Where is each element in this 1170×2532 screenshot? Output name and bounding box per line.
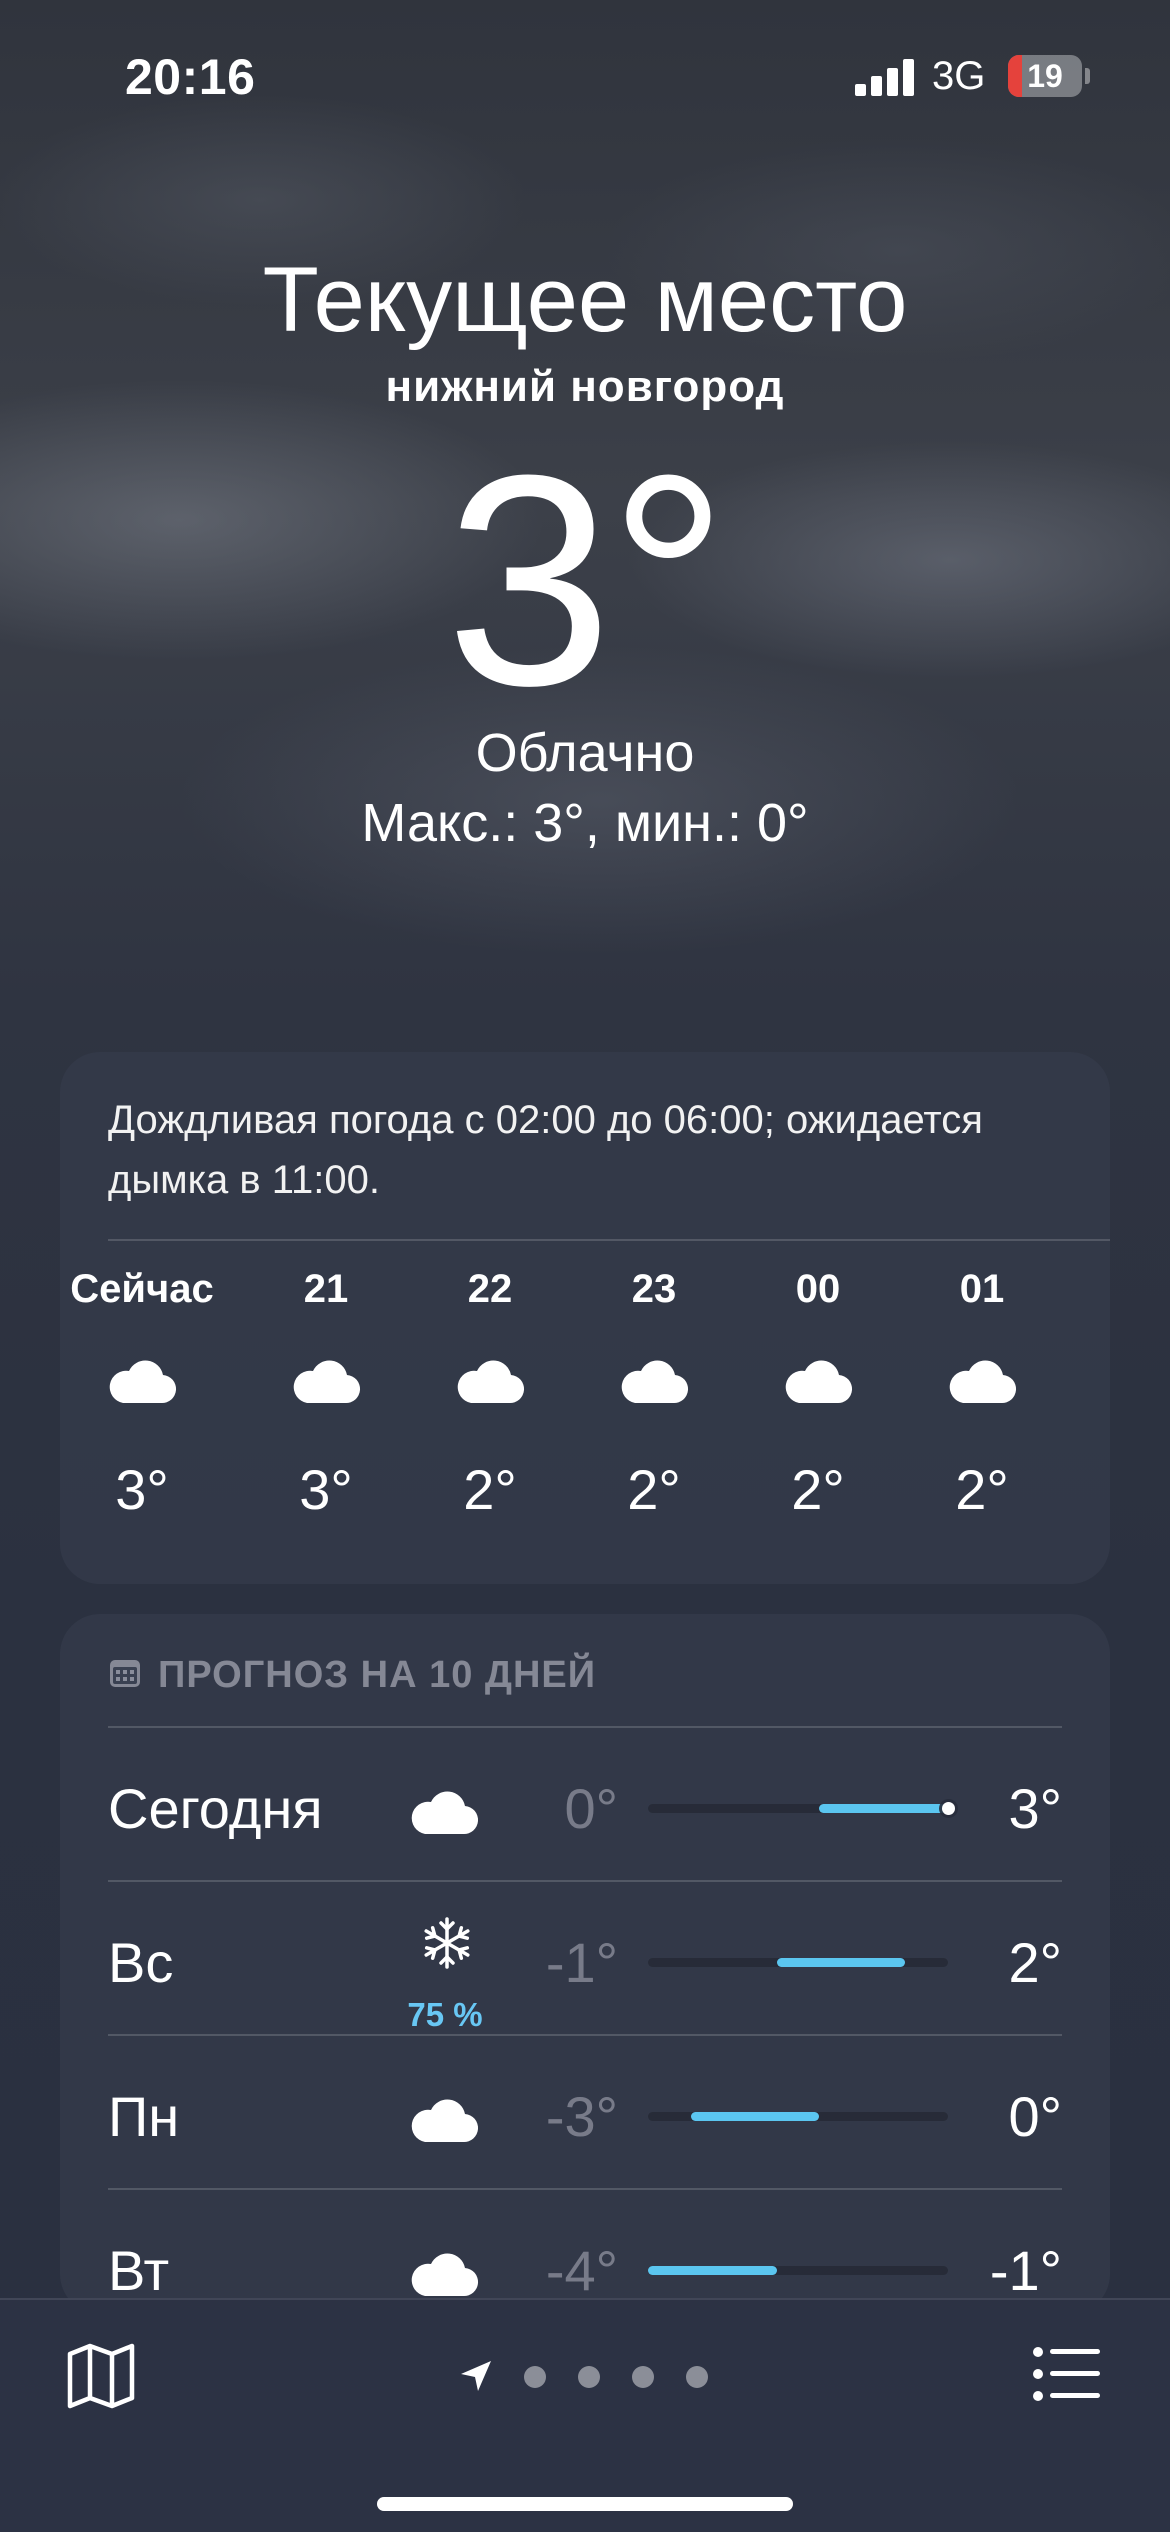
current-temp-marker [942,1802,955,1815]
forecast-low: 0° [564,1777,618,1840]
cloud-icon [109,1360,177,1404]
hourly-list[interactable]: Сейчас 3° 21 3° 22 2° 23 2° 00 2° 01 2° [60,1267,1110,1567]
current-temperature: 3° [445,412,729,748]
forecast-low: -3° [545,2085,618,2148]
cloud-icon [785,1360,853,1404]
hour-label: 21 [303,1267,349,1311]
forecast-header-label: ПРОГНОЗ НА 10 ДНЕЙ [158,1654,597,1696]
forecast-high: 0° [1008,2085,1062,2148]
high-low-temperature: Макс.: 3°, мин.: 0° [361,793,809,853]
weather-summary: Дождливая погода с 02:00 до 06:00; ожида… [108,1098,983,1202]
hour-label: Сейчас [70,1267,214,1311]
temp-range-segment [819,1804,948,1813]
map-icon[interactable] [66,2340,136,2410]
page-dot [578,2366,600,2388]
battery-level: 19 [1027,58,1063,94]
forecast-row-today[interactable]: Сегодня 0° 3° [108,1728,1062,1880]
temp-range-segment [648,2266,777,2275]
network-type: 3G [932,54,986,98]
hour-label: 23 [631,1267,677,1311]
forecast-high: 2° [1008,1931,1062,1994]
cloud-icon [411,1791,479,1835]
cloud-icon [411,2099,479,2143]
cloud-icon [411,2253,479,2297]
page-indicator[interactable] [458,2354,718,2398]
snowflake-icon [421,1917,473,1969]
hourly-forecast-card[interactable]: Дождливая погода с 02:00 до 06:00; ожида… [60,1052,1110,1584]
temp-range-bar [648,2112,948,2121]
forecast-high: 3° [1008,1777,1062,1840]
calendar-icon [110,1660,140,1687]
cloud-icon [949,1360,1017,1404]
forecast-day: Вт [108,2239,170,2302]
hour-label: 22 [467,1267,513,1311]
forecast-row-sun[interactable]: Вс 75 % -1° 2° [108,1882,1062,2034]
hour-temp: 2° [463,1458,517,1521]
cloud-icon [293,1360,361,1404]
hour-temp: 3° [299,1458,353,1521]
forecast-day: Сегодня [108,1777,323,1840]
hour-label: 00 [795,1267,841,1311]
hour-label: 01 [959,1267,1005,1311]
location-arrow-icon [461,2361,491,2391]
home-indicator[interactable] [377,2497,793,2511]
forecast-row-mon[interactable]: Пн -3° 0° [108,2036,1062,2188]
page-dot [686,2366,708,2388]
forecast-day: Вс [108,1931,174,1994]
temp-range-segment [776,1958,906,1967]
forecast-row-tue[interactable]: Вт -4° -1° [108,2190,1062,2314]
hour-temp: 2° [955,1458,1009,1521]
page-dot [524,2366,546,2388]
status-time: 20:16 [125,49,256,105]
page-dot [632,2366,654,2388]
location-city: нижний новгород [385,362,785,411]
temp-range-bar [648,1958,948,1967]
divider [108,1239,1110,1241]
cellular-signal-icon [855,58,915,96]
precipitation-chance: 75 % [407,1996,483,2033]
current-condition: Облачно [475,723,695,783]
hour-temp: 3° [115,1458,169,1521]
temp-range-bar [648,1802,955,1815]
cloud-icon [621,1360,689,1404]
forecast-low: -4° [545,2239,618,2302]
hour-temp: 2° [791,1458,845,1521]
bottom-toolbar [0,2298,1170,2532]
ten-day-forecast-card[interactable]: ПРОГНОЗ НА 10 ДНЕЙ Сегодня 0° 3° Вс 75 % [60,1614,1110,2314]
location-title: Текущее место [262,249,908,351]
hour-temp: 2° [627,1458,681,1521]
forecast-high: -1° [989,2239,1062,2302]
forecast-low: -1° [545,1931,618,1994]
list-icon[interactable] [1032,2344,1102,2404]
battery-icon: 19 [1008,55,1090,97]
forecast-day: Пн [108,2085,180,2148]
status-bar: 20:16 3G 19 [0,0,1170,150]
temp-range-bar [648,2266,948,2275]
temp-range-segment [690,2112,820,2121]
cloud-icon [457,1360,525,1404]
